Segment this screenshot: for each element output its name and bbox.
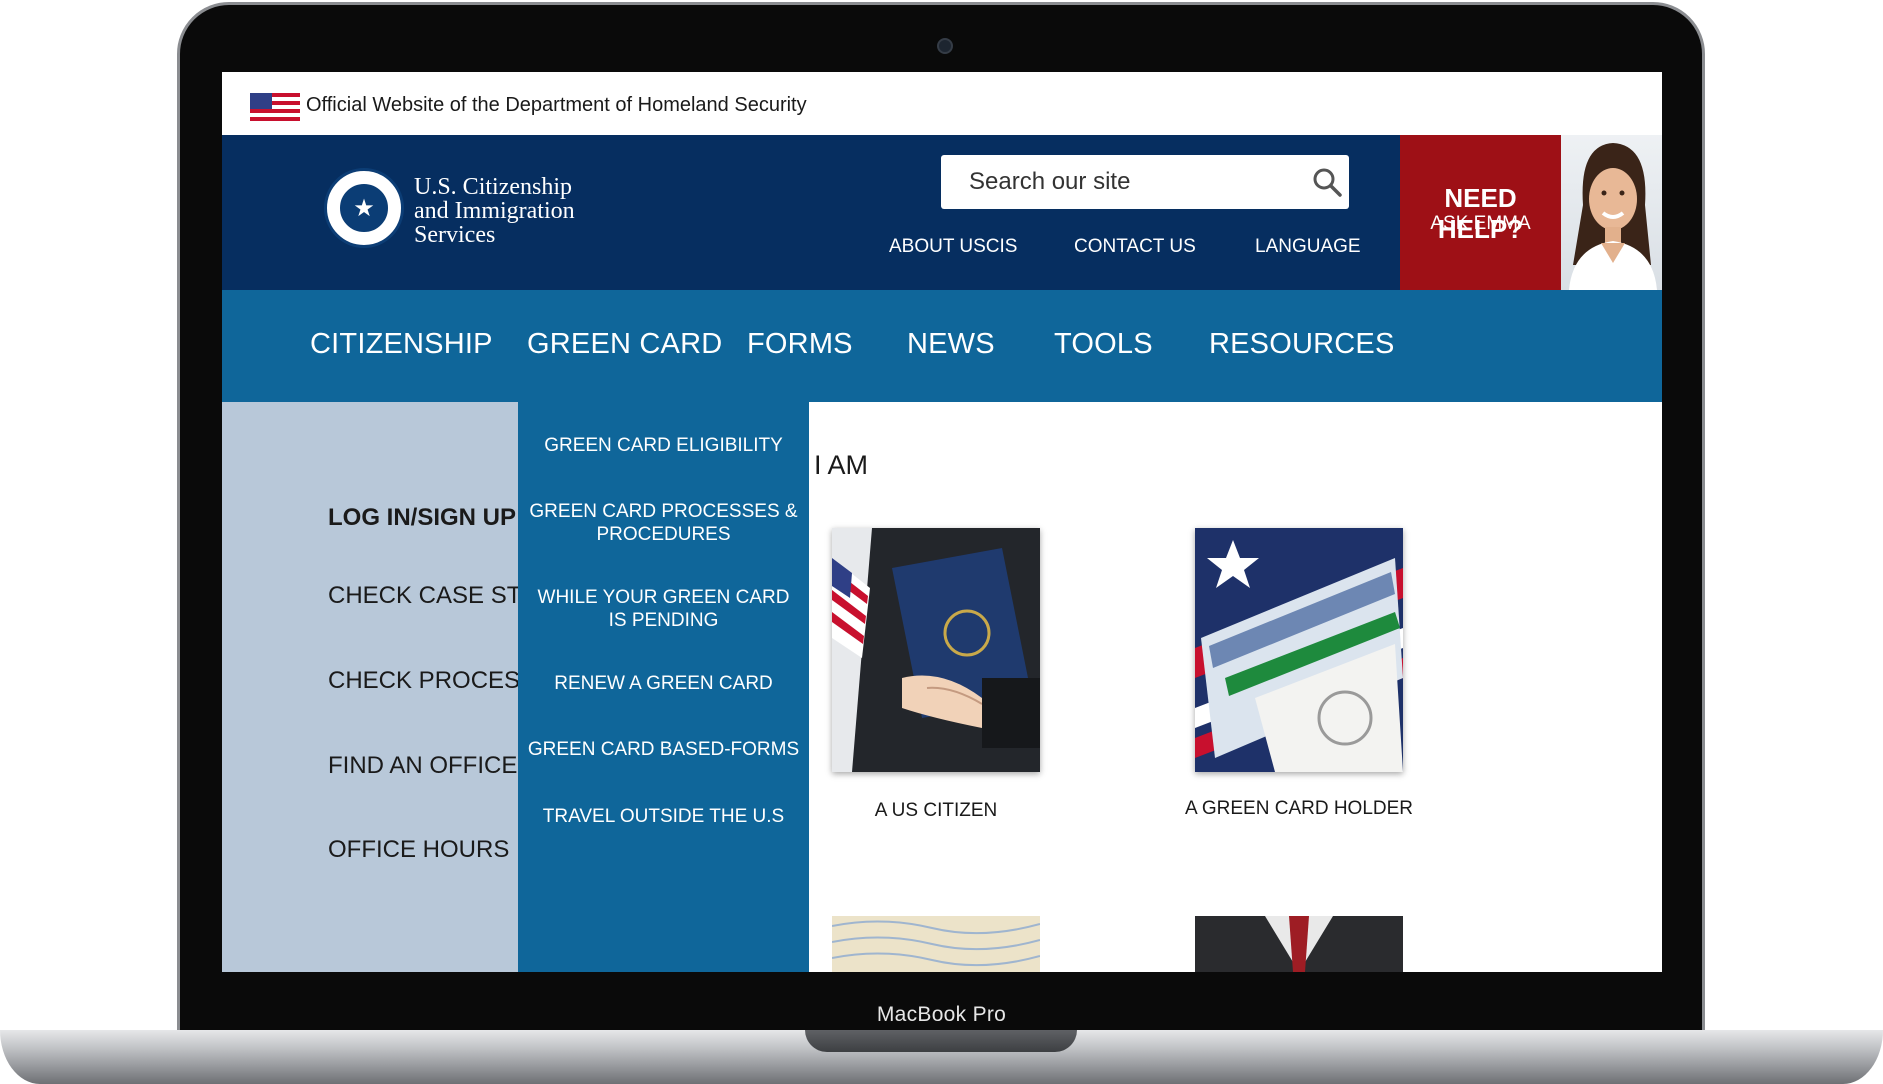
main-nav: CITIZENSHIP GREEN CARD FORMS NEWS TOOLS …: [222, 290, 1662, 402]
us-citizen-label[interactable]: A US CITIZEN: [786, 800, 1086, 822]
dhs-seal-icon[interactable]: ★: [324, 168, 404, 248]
eagle-icon: ★: [337, 181, 391, 235]
suit-photo-icon: [1195, 916, 1403, 972]
green-card-holder-image[interactable]: [1195, 528, 1403, 772]
find-an-office-link[interactable]: FIND AN OFFICE: [328, 752, 517, 780]
browser-screen: Official Website of the Department of Ho…: [222, 72, 1662, 972]
site-header: ★ U.S. Citizenship and Immigration Servi…: [222, 135, 1662, 290]
language-link[interactable]: LANGUAGE: [1255, 236, 1361, 258]
dropdown-item-renew[interactable]: RENEW A GREEN CARD: [518, 672, 809, 695]
check-case-status-link[interactable]: CHECK CASE STATUS: [328, 582, 518, 610]
site-logo-text[interactable]: U.S. Citizenship and Immigration Service…: [414, 175, 575, 247]
us-citizen-image[interactable]: [832, 528, 1040, 772]
contact-us-link[interactable]: CONTACT US: [1074, 236, 1196, 258]
dropdown-item-forms[interactable]: GREEN CARD BASED-FORMS: [518, 738, 809, 761]
ask-emma-label: ASK EMMA: [1430, 213, 1531, 234]
green-card-dropdown: GREEN CARD ELIGIBILITY GREEN CARD PROCES…: [518, 388, 809, 972]
device-label: MacBook Pro: [876, 1003, 1007, 1026]
suit-tie-image[interactable]: [1195, 916, 1403, 972]
gov-banner: Official Website of the Department of Ho…: [222, 72, 1662, 135]
laptop-notch: [805, 1030, 1077, 1052]
emma-portrait-icon: [1569, 143, 1657, 290]
nav-resources[interactable]: RESOURCES: [1209, 328, 1395, 361]
dropdown-item-eligibility[interactable]: GREEN CARD ELIGIBILITY: [518, 434, 809, 457]
gov-banner-text: Official Website of the Department of Ho…: [306, 94, 807, 116]
us-flag-icon: [250, 93, 300, 121]
search-icon[interactable]: [1311, 166, 1343, 198]
office-hours-link[interactable]: OFFICE HOURS: [328, 836, 509, 864]
need-help-button[interactable]: NEED HELP? ASK EMMA: [1400, 135, 1561, 290]
green-card-holder-label[interactable]: A GREEN CARD HOLDER: [1149, 798, 1449, 820]
about-uscis-link[interactable]: ABOUT USCIS: [889, 236, 1017, 258]
document-photo-icon: [832, 916, 1040, 972]
green-card-photo-icon: [1195, 528, 1403, 772]
login-signup-link[interactable]: LOG IN/SIGN UP: [328, 504, 516, 532]
nav-citizenship[interactable]: CITIZENSHIP: [310, 328, 493, 361]
nav-news[interactable]: NEWS: [907, 328, 995, 361]
search-input[interactable]: [941, 155, 1291, 209]
dropdown-item-travel[interactable]: TRAVEL OUTSIDE THE U.S: [518, 805, 809, 828]
i-am-heading: I AM: [814, 450, 869, 480]
emma-avatar[interactable]: [1561, 135, 1662, 290]
nav-green-card[interactable]: GREEN CARD: [527, 328, 722, 361]
page-content: LOG IN/SIGN UP CHECK CASE STATUS CHECK P…: [222, 388, 1662, 972]
dropdown-item-processes[interactable]: GREEN CARD PROCESSES & PROCEDURES: [518, 500, 809, 546]
check-processing-times-link[interactable]: CHECK PROCESSING TIMES: [328, 667, 518, 695]
citizen-photo-icon: [832, 528, 1040, 772]
quick-links-sidebar: LOG IN/SIGN UP CHECK CASE STATUS CHECK P…: [222, 402, 518, 972]
nav-forms[interactable]: FORMS: [747, 328, 853, 361]
dropdown-item-pending[interactable]: WHILE YOUR GREEN CARD IS PENDING: [518, 586, 809, 632]
document-image[interactable]: [832, 916, 1040, 972]
nav-tools[interactable]: TOOLS: [1054, 328, 1153, 361]
webcam: [937, 38, 953, 54]
search-box: [941, 155, 1349, 209]
